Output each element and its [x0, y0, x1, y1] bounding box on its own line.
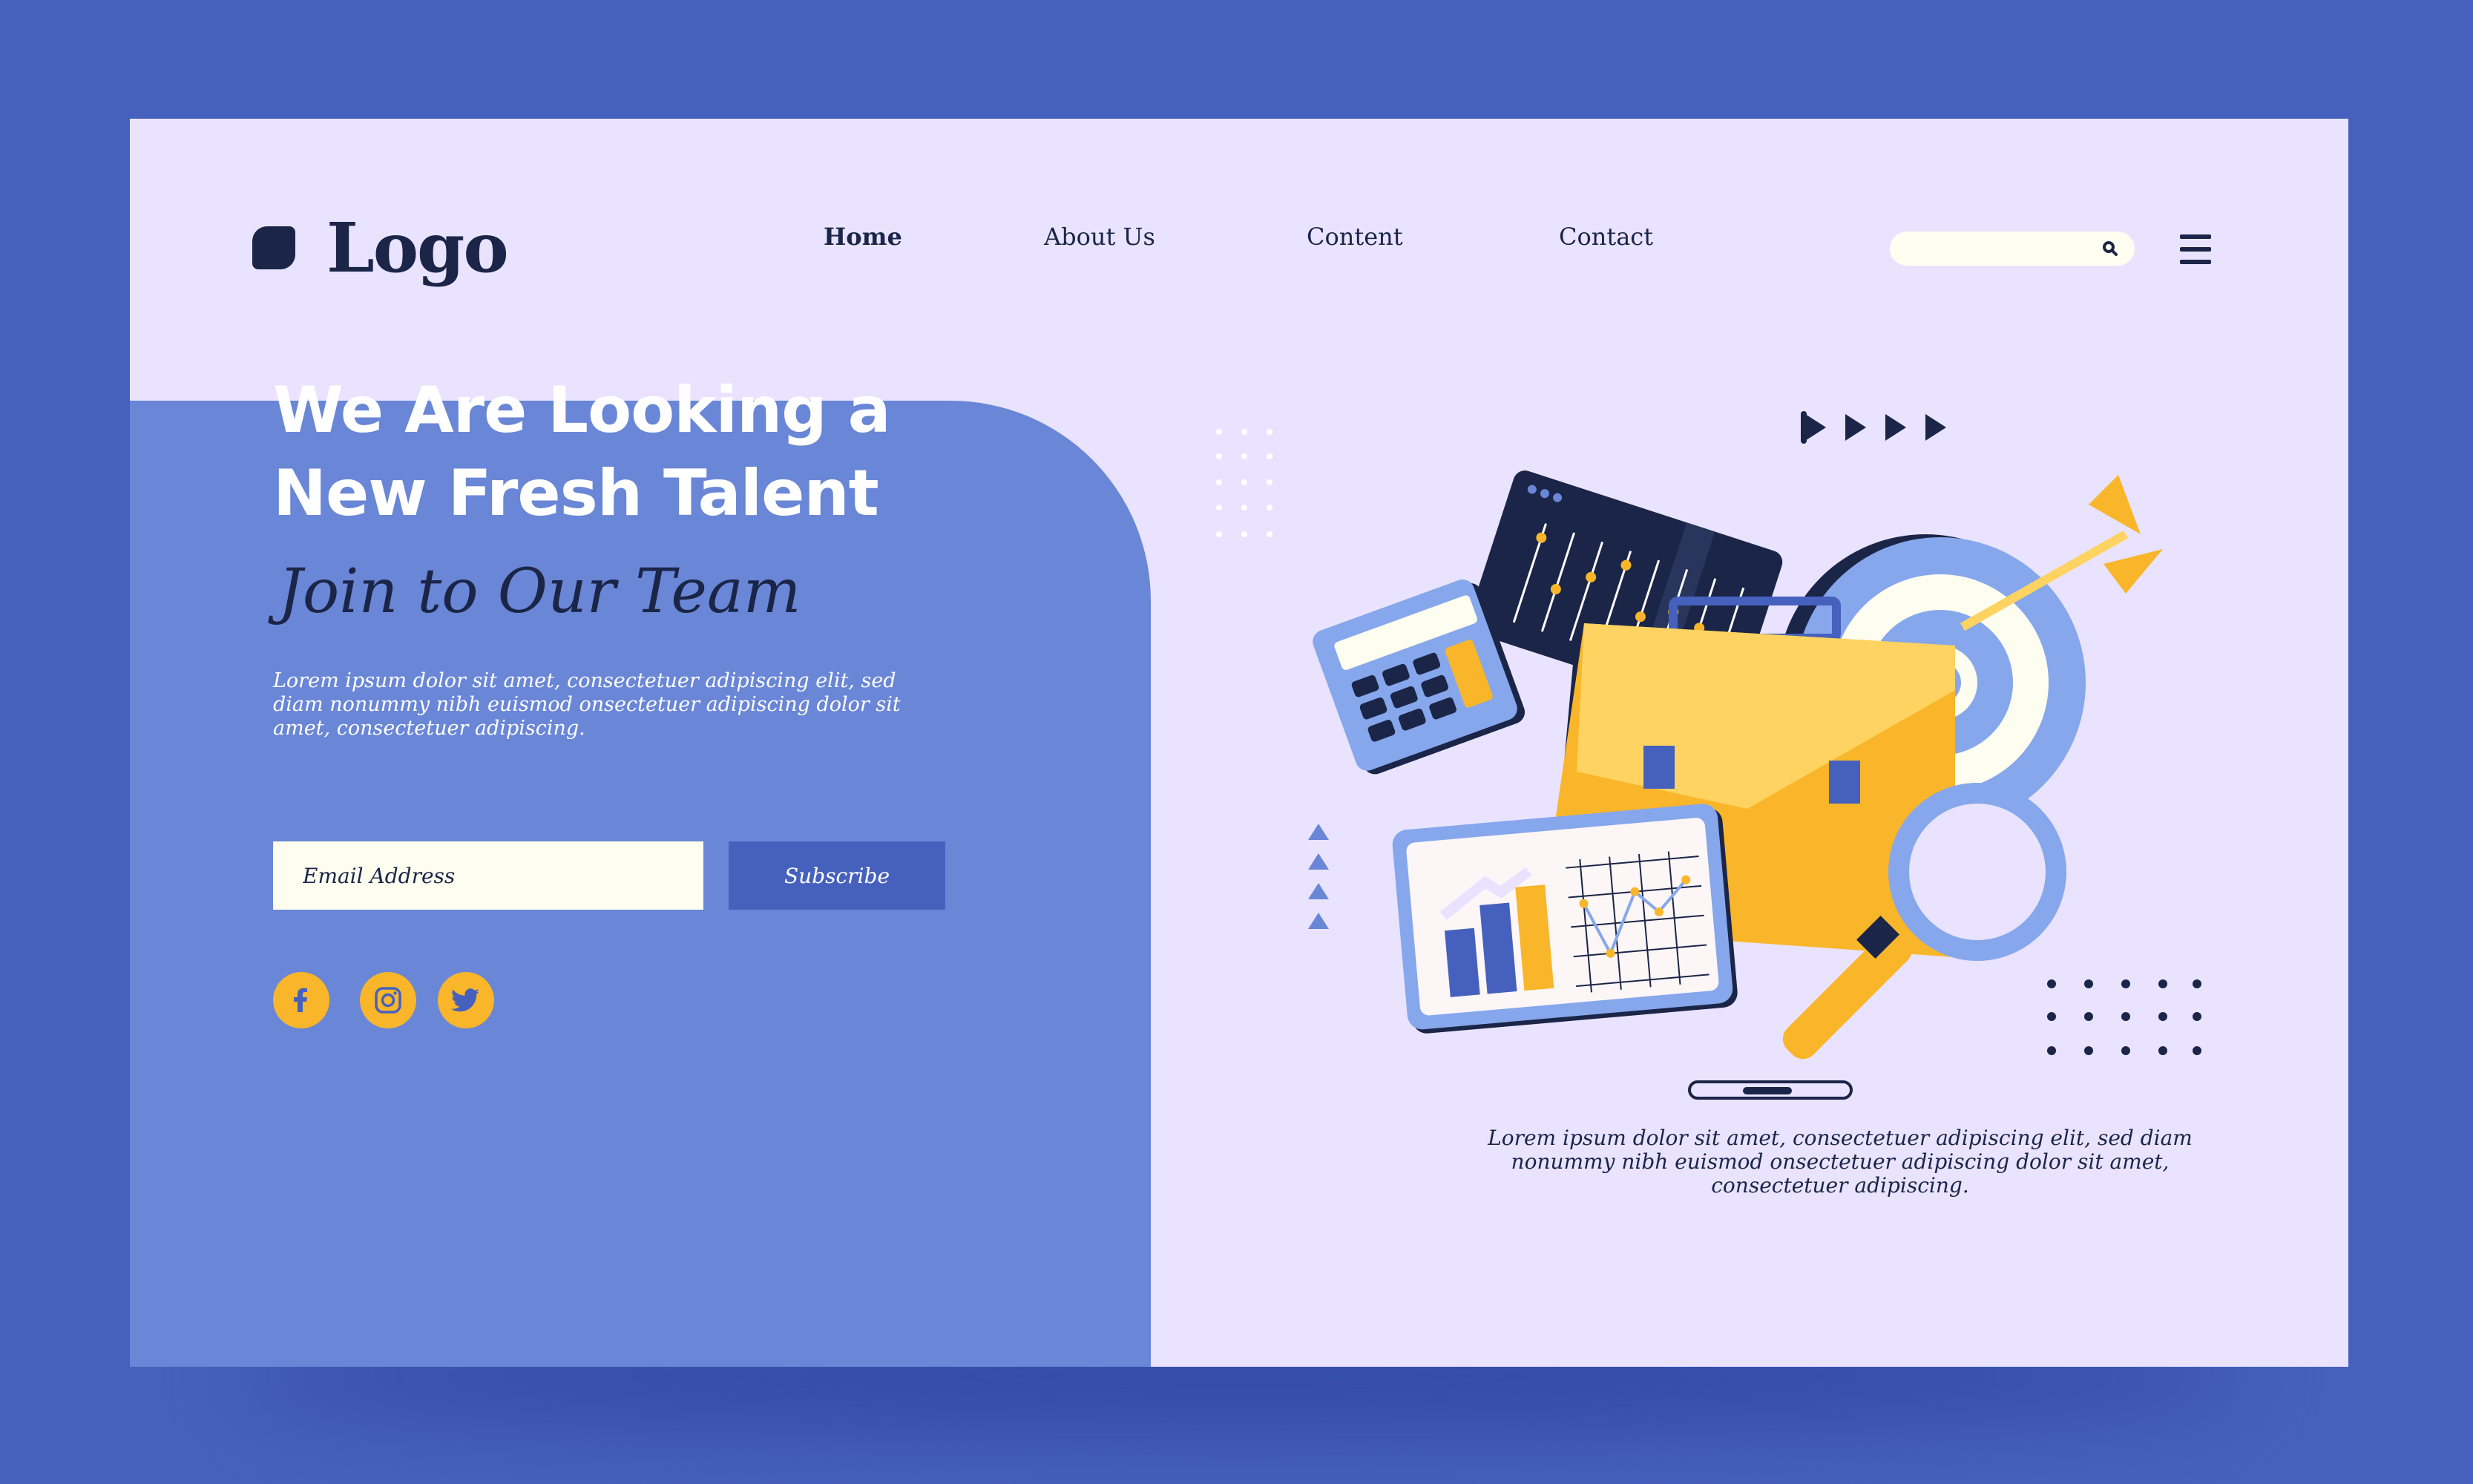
dot-grid-top — [1216, 429, 1272, 537]
play-arrows-rounded — [1801, 411, 1807, 444]
carousel-pager[interactable] — [1688, 1080, 1853, 1100]
landing-page: Logo Home About Us Content Contact We Ar… — [130, 119, 2348, 1367]
dot-grid-bottom — [2047, 979, 2201, 1055]
right-paragraph: Lorem ipsum dolor sit amet, consectetuer… — [1488, 1126, 2193, 1198]
play-arrows-icon — [1805, 414, 1946, 441]
pager-active-dot — [1743, 1087, 1792, 1094]
triangle-stack-icon — [1308, 824, 1329, 929]
report-tablet-icon — [1392, 804, 1738, 1034]
